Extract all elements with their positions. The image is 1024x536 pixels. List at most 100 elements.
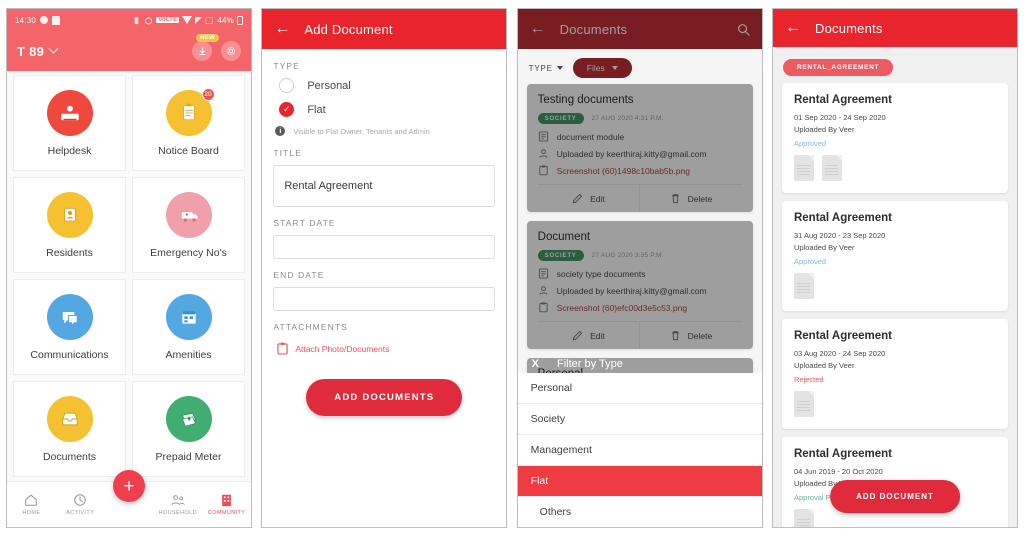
card-dates: 01 Sep 2020 - 24 Sep 2020 xyxy=(793,113,886,122)
edit-label: Edit xyxy=(590,330,605,341)
visibility-hint: i Visible to Flat Owner, Tenants and Adm… xyxy=(275,126,495,136)
edit-button[interactable]: Edit xyxy=(538,185,640,212)
filter-sheet-title: Filter by Type xyxy=(557,358,623,370)
add-document-button[interactable]: ADD DOCUMENT xyxy=(830,480,960,513)
card-file-row[interactable]: Screenshot (60)efc00d3e5c53.png xyxy=(538,302,742,313)
back-arrow-icon[interactable]: ← xyxy=(785,20,801,36)
tile-amenities[interactable]: Amenities xyxy=(132,279,245,375)
filter-sheet-header: X Filter by Type xyxy=(518,353,762,375)
end-date-label: END DATE xyxy=(273,270,325,280)
tile-documents[interactable]: Documents xyxy=(13,381,126,477)
timestamp: 27 AUG 2020 4:31 P.M. xyxy=(591,115,664,122)
signal-icon xyxy=(195,16,203,24)
document-thumbnail[interactable] xyxy=(793,273,814,299)
tile-notice-board[interactable]: 20 Notice Board xyxy=(132,75,245,171)
tile-residents[interactable]: Residents xyxy=(13,177,126,273)
document-icon xyxy=(538,131,548,142)
card-title: Rental Agreement xyxy=(793,330,892,342)
card-dates: 04 Jun 2019 - 20 Oct 2020 xyxy=(793,467,883,476)
edit-pencil-icon xyxy=(572,193,583,204)
info-icon: i xyxy=(275,126,286,136)
nav-item-activity[interactable]: ACTIVITY xyxy=(56,493,105,516)
trash-icon xyxy=(671,194,679,204)
tile-communications[interactable]: Communications xyxy=(13,279,126,375)
tile-label: Amenities xyxy=(165,348,212,361)
volte-icon: VoLTE xyxy=(156,17,180,23)
radio-flat-checked-icon[interactable]: ✓ xyxy=(279,102,295,117)
edit-button[interactable]: Edit xyxy=(538,322,640,349)
delete-button[interactable]: Delete xyxy=(639,322,742,349)
sheet-item-management[interactable]: Management xyxy=(517,435,762,466)
hint-text: Visible to Flat Owner, Tenants and Admin xyxy=(293,126,430,136)
tile-emergency-numbers[interactable]: Emergency No's xyxy=(132,177,245,273)
type-label: TYPE xyxy=(273,61,300,71)
chevron-down-icon xyxy=(611,66,618,70)
tile-label: Emergency No's xyxy=(150,246,227,259)
filter-files-chip[interactable]: Files xyxy=(572,58,632,78)
radio-personal-icon[interactable] xyxy=(279,78,295,93)
back-arrow-icon[interactable]: ← xyxy=(530,21,546,37)
start-date-input[interactable] xyxy=(273,235,496,259)
sheet-item-personal[interactable]: Personal xyxy=(517,373,762,404)
sheet-item-flat[interactable]: Flat xyxy=(517,466,762,497)
add-document-form: TYPE Personal ✓ Flat i Visible to Flat O… xyxy=(262,49,506,428)
rental-agreement-tag[interactable]: RENTAL_AGREEMENT xyxy=(782,59,894,76)
filter-type-button[interactable]: TYPE xyxy=(529,64,563,73)
radio-label: Personal xyxy=(307,79,351,92)
close-icon[interactable]: X xyxy=(532,358,539,370)
start-date-label: START DATE xyxy=(273,218,336,228)
delete-button[interactable]: Delete xyxy=(639,185,742,212)
attach-clipboard-icon xyxy=(277,342,288,355)
search-icon[interactable] xyxy=(737,23,750,36)
nav-label: HOUSEHOLD xyxy=(158,510,198,516)
document-thumbnail[interactable] xyxy=(793,391,814,417)
rental-agreement-card[interactable]: Rental Agreement 01 Sep 2020 - 24 Sep 20… xyxy=(781,83,1008,193)
rental-agreement-card[interactable]: Rental Agreement 03 Aug 2020 - 24 Sep 20… xyxy=(781,319,1008,429)
appbar-actions: NEW xyxy=(192,34,241,61)
radio-option-personal[interactable]: Personal xyxy=(273,78,495,93)
nav-item-household[interactable]: HOUSEHOLD xyxy=(153,493,202,516)
rental-agreement-card[interactable]: Rental Agreement 31 Aug 2020 - 23 Sep 20… xyxy=(781,201,1008,311)
attach-photo-documents-button[interactable]: Attach Photo/Documents xyxy=(277,342,495,355)
status-badge: Rejected xyxy=(793,375,824,384)
prepaid-meter-icon xyxy=(165,395,212,442)
card-description: document module xyxy=(556,131,625,142)
attachment-icon xyxy=(539,165,548,176)
communications-icon xyxy=(46,293,93,340)
alarm-clock-icon xyxy=(144,16,153,25)
flat-selector-label[interactable]: T 89 xyxy=(17,44,44,59)
card-file-row[interactable]: Screenshot (60)1498c10bab5b.png xyxy=(538,165,742,176)
tile-prepaid-meter[interactable]: Prepaid Meter xyxy=(132,381,245,477)
add-documents-button[interactable]: ADD DOCUMENTS xyxy=(306,379,463,416)
tile-helpdesk[interactable]: Helpdesk xyxy=(13,75,126,171)
card-meta: SOCIETY 27 AUG 2020 3:35 P.M. xyxy=(537,250,742,261)
notice-board-icon: 20 xyxy=(165,87,215,136)
phone-panel-add-document: ← Add Document TYPE Personal ✓ Flat i Vi… xyxy=(261,8,508,528)
title-input[interactable]: Rental Agreement xyxy=(273,165,496,207)
card-dates: 31 Aug 2020 - 23 Sep 2020 xyxy=(793,231,886,240)
chevron-down-icon[interactable] xyxy=(48,43,59,54)
back-arrow-icon[interactable]: ← xyxy=(274,21,290,37)
sheet-item-society[interactable]: Society xyxy=(517,404,762,435)
vibrate-icon xyxy=(132,16,141,25)
document-card[interactable]: Document SOCIETY 27 AUG 2020 3:35 P.M. s… xyxy=(526,221,753,349)
card-title: Rental Agreement xyxy=(793,94,892,106)
tile-label: Prepaid Meter xyxy=(155,450,222,463)
add-fab-button[interactable]: + xyxy=(113,470,145,502)
bookmark-icon xyxy=(52,15,61,25)
settings-button[interactable] xyxy=(221,41,241,61)
card-uploader: Uploaded By Veer xyxy=(793,361,855,370)
download-button[interactable]: NEW xyxy=(192,34,219,61)
document-thumbnail[interactable] xyxy=(793,155,814,181)
end-date-input[interactable] xyxy=(273,287,496,311)
nav-item-community[interactable]: COMMUNITY xyxy=(202,493,251,516)
status-time: 14:30 xyxy=(15,15,37,25)
document-thumbnail[interactable] xyxy=(793,509,814,527)
radio-option-flat[interactable]: ✓ Flat xyxy=(273,102,495,117)
tile-label: Documents xyxy=(42,450,97,463)
sheet-item-others[interactable]: Others xyxy=(518,497,762,527)
nav-item-home[interactable]: HOME xyxy=(7,493,56,516)
document-thumbnail[interactable] xyxy=(821,155,842,181)
document-card[interactable]: Testing documents SOCIETY 27 AUG 2020 4:… xyxy=(526,84,753,212)
gear-icon xyxy=(226,46,236,56)
